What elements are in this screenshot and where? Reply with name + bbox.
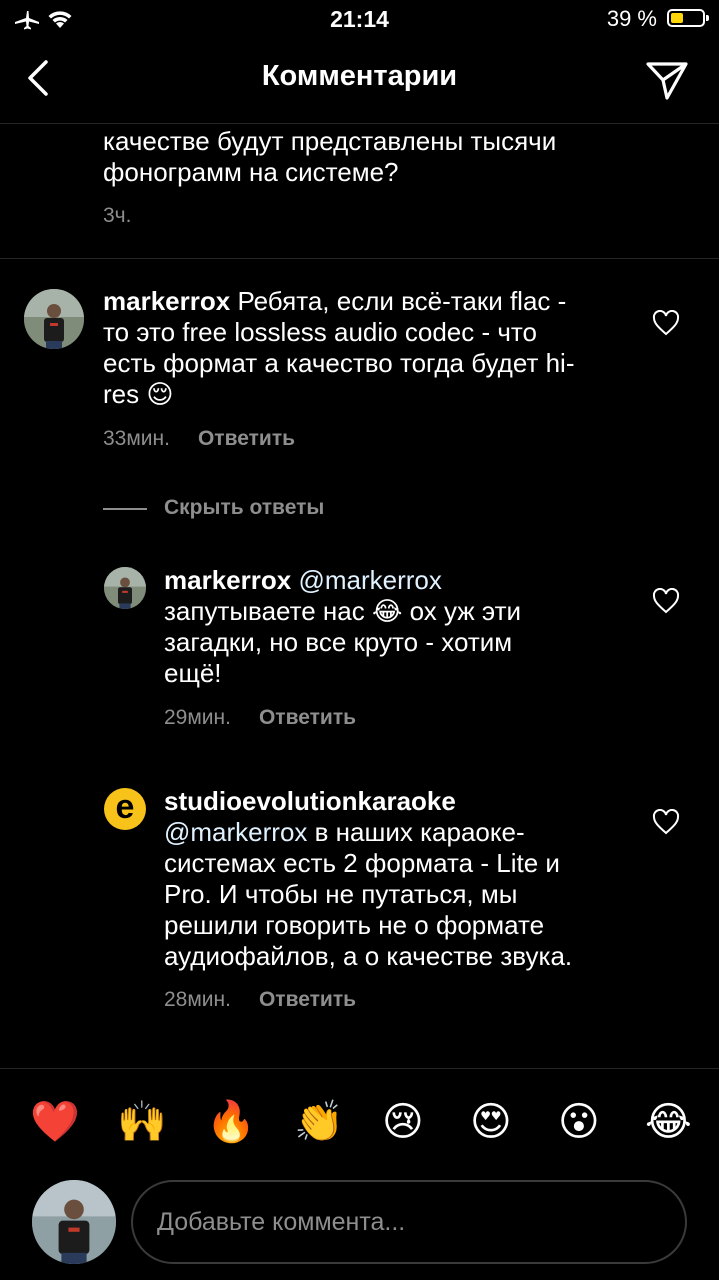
mention-link[interactable]: @markerrox [298, 565, 441, 595]
comment-username[interactable]: markerrox [103, 286, 230, 316]
battery-icon [667, 9, 709, 27]
reply-button[interactable]: Ответить [259, 706, 356, 729]
reply-text: studioevolutionkaraoke @markerrox в наши… [164, 786, 573, 971]
reaction-heart[interactable]: ❤️ [30, 1090, 80, 1154]
avatar[interactable] [104, 567, 146, 609]
quick-reactions-bar: ❤️ 🙌 🔥 👏 😢 😍 😮 😂 [0, 1090, 719, 1154]
current-user-avatar [32, 1180, 116, 1264]
reply-time: 28мин. [164, 988, 231, 1011]
mention-link[interactable]: @markerrox [164, 817, 307, 847]
comment-divider [0, 258, 719, 259]
previous-comment-text: качестве будут представлены тысячи фоног… [103, 126, 557, 187]
hide-replies-button[interactable]: Скрыть ответы [164, 496, 324, 520]
reply-username[interactable]: markerrox [164, 565, 291, 595]
reaction-heart-eyes[interactable]: 😍 [470, 1090, 512, 1154]
status-bar: 21:14 39 % [0, 0, 719, 40]
header-divider [0, 123, 719, 124]
avatar[interactable] [24, 289, 84, 349]
page-title: Комментарии [261, 60, 458, 92]
comment-input-box[interactable] [131, 1180, 687, 1264]
reaction-fire[interactable]: 🔥 [206, 1090, 256, 1154]
composer-divider [0, 1068, 719, 1069]
comment-meta: 33мин. Ответить [103, 427, 295, 451]
reaction-clap[interactable]: 👏 [294, 1090, 344, 1154]
comment-time: 33мин. [103, 427, 170, 450]
reply-username[interactable]: studioevolutionkaraoke [164, 786, 456, 816]
reaction-laughing[interactable]: 😂 [645, 1090, 692, 1154]
reaction-crying[interactable]: 😢 [382, 1090, 424, 1154]
like-heart-icon[interactable] [652, 310, 680, 336]
reply-meta: 28мин. Ответить [164, 988, 356, 1012]
reaction-surprised[interactable]: 😮 [558, 1090, 600, 1154]
reply-meta: 29мин. Ответить [164, 706, 356, 730]
like-heart-icon[interactable] [652, 809, 680, 835]
avatar[interactable]: e [104, 788, 146, 830]
previous-comment-time: 3ч. [103, 204, 132, 227]
comment-text: markerrox Ребята, если всё-таки flac - т… [103, 286, 575, 409]
reply-time: 29мин. [164, 706, 231, 729]
reaction-raised-hands[interactable]: 🙌 [117, 1090, 167, 1154]
like-heart-icon[interactable] [652, 588, 680, 614]
reply-button[interactable]: Ответить [198, 427, 295, 450]
battery-percent: 39 % [606, 6, 657, 31]
reply-button[interactable]: Ответить [259, 988, 356, 1011]
direct-send-icon[interactable] [645, 58, 689, 102]
comment-input[interactable] [133, 1182, 685, 1262]
reply-text: markerrox @markerrox запутываете нас 😂 о… [164, 565, 522, 688]
hide-replies-line [103, 508, 147, 510]
